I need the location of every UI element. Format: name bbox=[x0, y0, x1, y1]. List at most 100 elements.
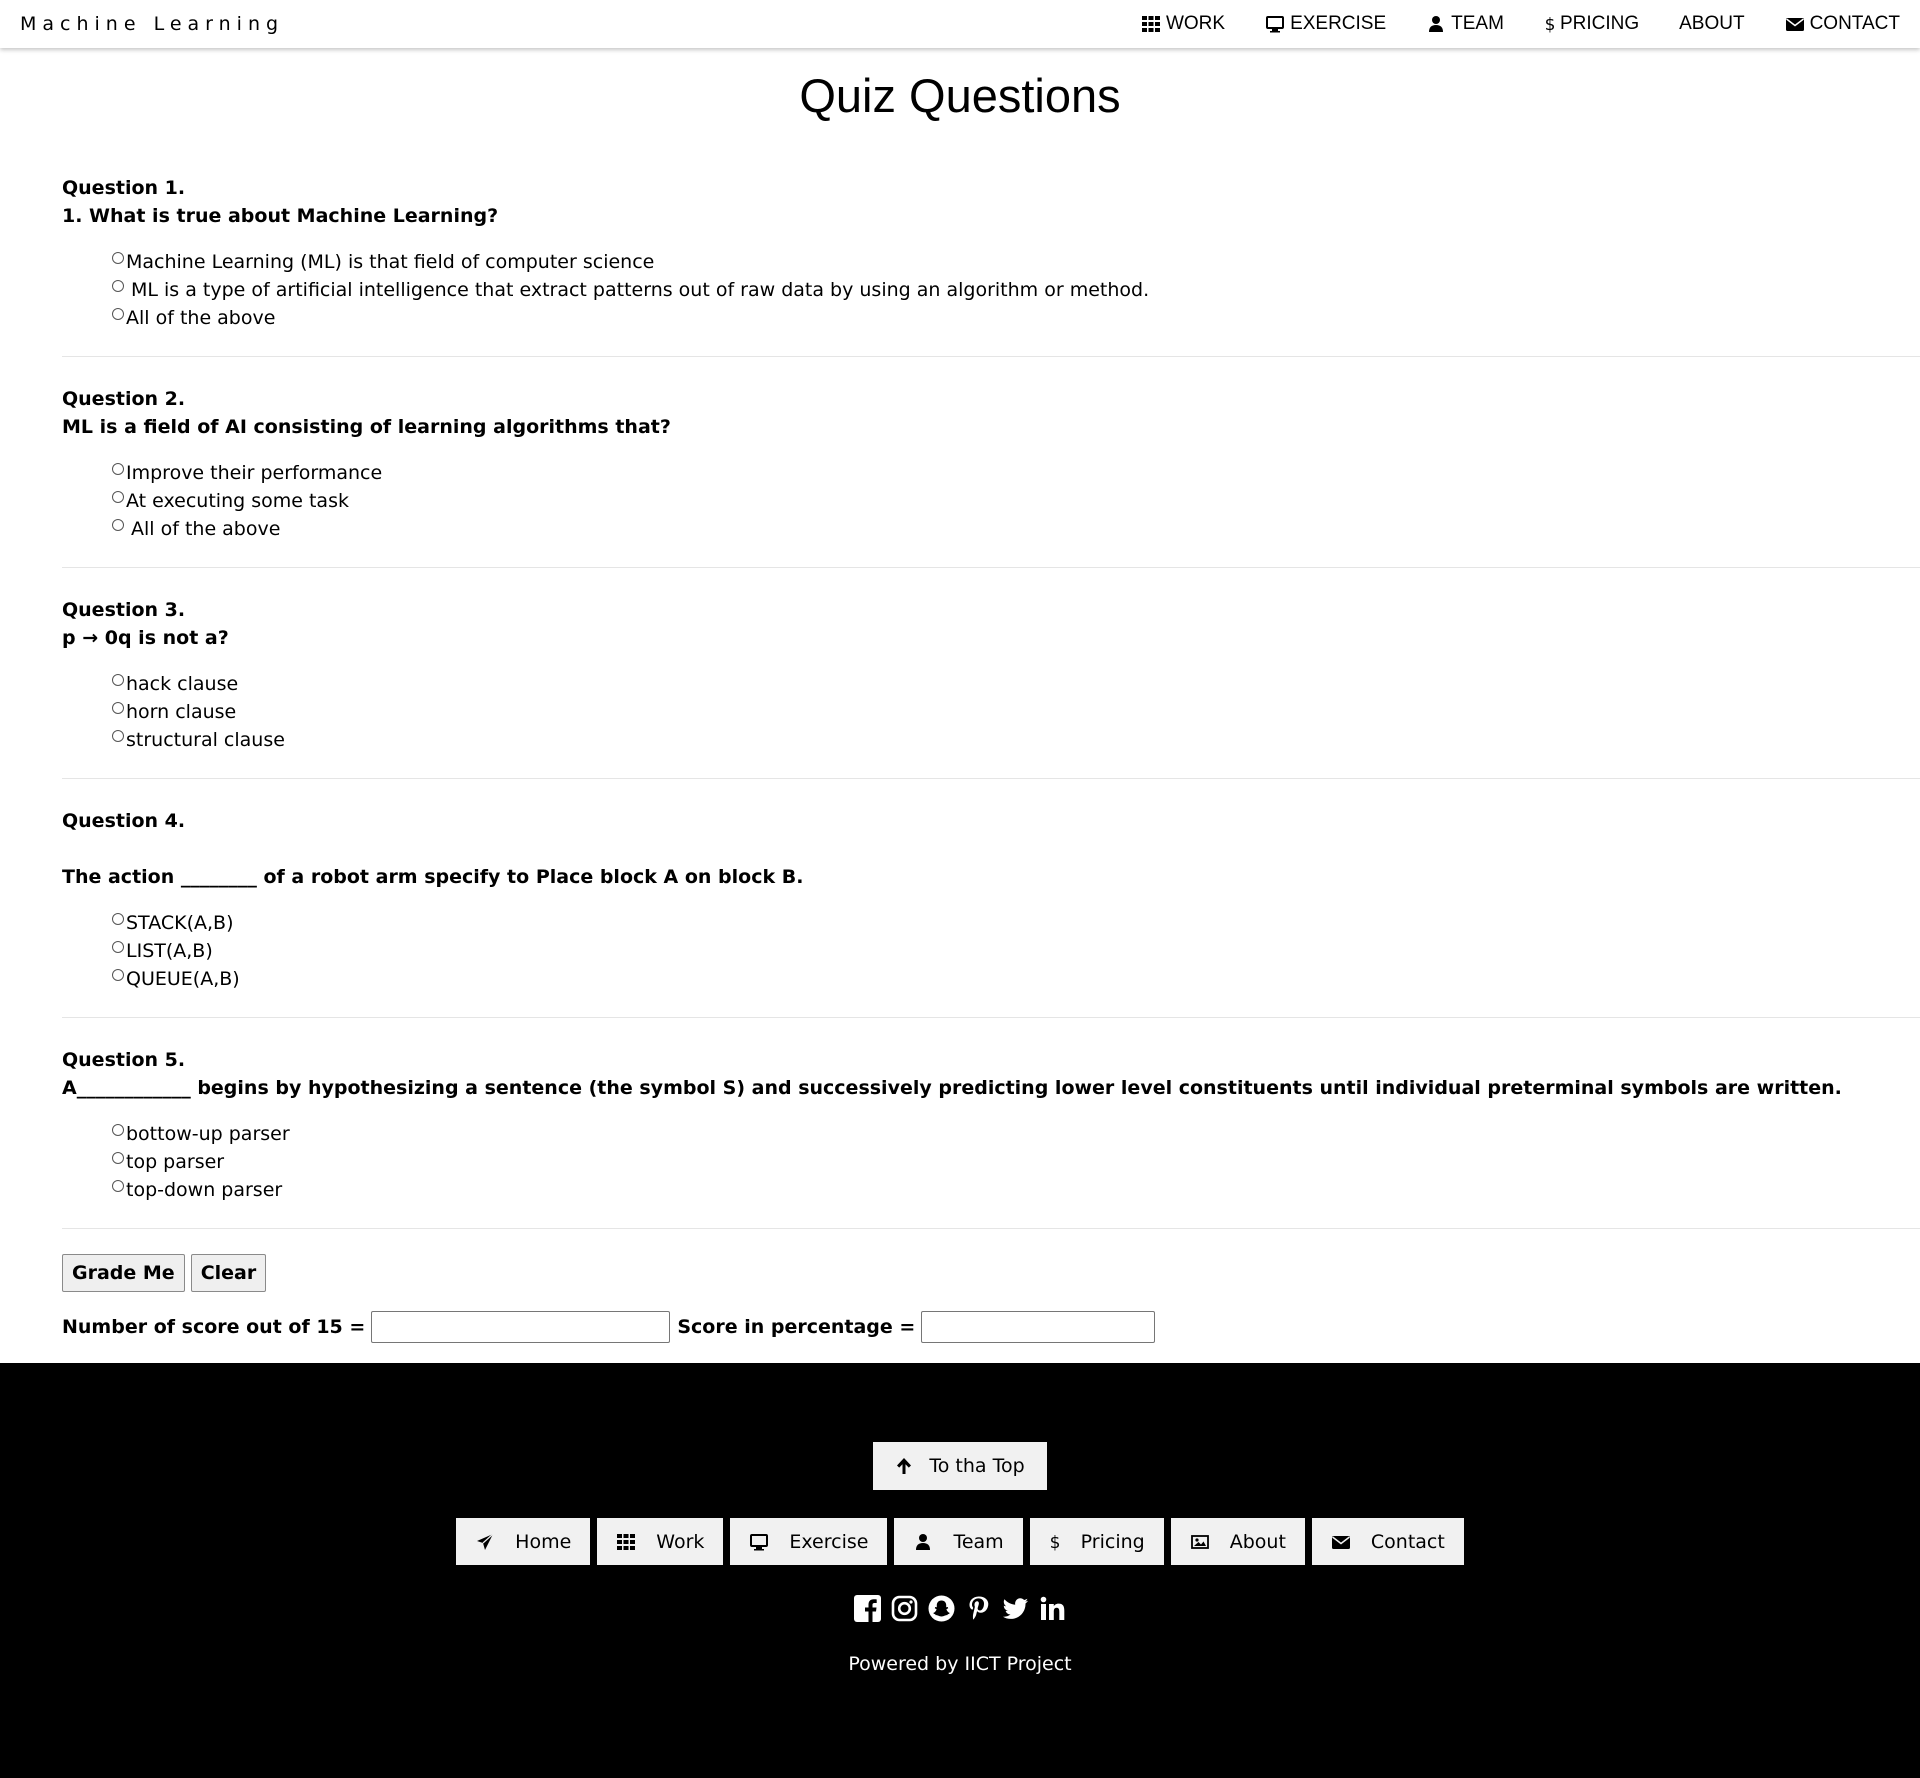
top-navbar: Machine Learning WORK EXERCISE TEAM $ PR… bbox=[0, 0, 1920, 48]
answer-option[interactable]: structural clause bbox=[112, 726, 1920, 754]
nav-item-label: EXERCISE bbox=[1290, 13, 1387, 34]
nav-menu: WORK EXERCISE TEAM $ PRICING ABOUT CONTA… bbox=[1101, 0, 1900, 48]
dollar-icon: $ bbox=[1544, 14, 1556, 34]
radio-button[interactable] bbox=[112, 941, 124, 953]
answer-option[interactable]: bottow-up parser bbox=[112, 1120, 1920, 1148]
nav-item-pricing[interactable]: $ PRICING bbox=[1504, 0, 1640, 48]
brand-title[interactable]: Machine Learning bbox=[20, 0, 284, 48]
dollar-icon: $ bbox=[1049, 1532, 1061, 1552]
answer-options: hack clause horn clause structural claus… bbox=[112, 670, 1920, 754]
footer-link-label: Work bbox=[656, 1530, 705, 1553]
footer-link-label: Exercise bbox=[789, 1530, 869, 1553]
percentage-field[interactable] bbox=[921, 1311, 1156, 1343]
answer-option[interactable]: LIST(A,B) bbox=[112, 937, 1920, 965]
answer-options: Machine Learning (ML) is that field of c… bbox=[112, 248, 1920, 332]
question-text: 1. What is true about Machine Learning? bbox=[62, 205, 499, 227]
answer-options: STACK(A,B) LIST(A,B) QUEUE(A,B) bbox=[112, 909, 1920, 993]
answer-option[interactable]: At executing some task bbox=[112, 487, 1920, 515]
footer-link-exercise[interactable]: Exercise bbox=[730, 1518, 888, 1565]
radio-button[interactable] bbox=[112, 1152, 124, 1164]
radio-button[interactable] bbox=[112, 308, 124, 320]
question-number: Question 5. bbox=[62, 1049, 186, 1071]
radio-button[interactable] bbox=[112, 730, 124, 742]
radio-button[interactable] bbox=[112, 674, 124, 686]
nav-item-label: CONTACT bbox=[1809, 13, 1900, 34]
instagram-icon[interactable] bbox=[891, 1595, 918, 1622]
radio-button[interactable] bbox=[112, 913, 124, 925]
footer-link-label: Team bbox=[953, 1530, 1004, 1553]
desktop-icon bbox=[749, 1532, 769, 1552]
svg-text:$: $ bbox=[1049, 1533, 1060, 1551]
radio-button[interactable] bbox=[112, 252, 124, 264]
question-text: p → 0q is not a? bbox=[62, 627, 229, 649]
nav-item-label: TEAM bbox=[1451, 13, 1504, 34]
image-icon bbox=[1190, 1532, 1210, 1552]
twitter-icon[interactable] bbox=[1002, 1595, 1029, 1622]
question-4: Question 4. The action ________ of a rob… bbox=[62, 807, 1920, 1018]
footer-link-about[interactable]: About bbox=[1170, 1518, 1305, 1565]
answer-option[interactable]: ML is a type of artificial intelligence … bbox=[112, 276, 1920, 304]
question-number: Question 4. bbox=[62, 810, 186, 832]
paper-plane-icon bbox=[475, 1532, 495, 1552]
nav-item-label: WORK bbox=[1165, 13, 1226, 34]
social-links bbox=[0, 1595, 1920, 1622]
answer-option[interactable]: All of the above bbox=[112, 304, 1920, 332]
svg-text:$: $ bbox=[1545, 15, 1556, 33]
question-1: Question 1. 1. What is true about Machin… bbox=[62, 174, 1920, 357]
nav-item-about[interactable]: ABOUT bbox=[1639, 0, 1744, 48]
answer-option[interactable]: All of the above bbox=[112, 515, 1920, 543]
answer-option[interactable]: top parser bbox=[112, 1148, 1920, 1176]
linkedin-icon[interactable] bbox=[1039, 1595, 1066, 1622]
envelope-icon bbox=[1331, 1532, 1351, 1552]
user-icon bbox=[913, 1532, 933, 1552]
question-5: Question 5. A____________ begins by hypo… bbox=[62, 1046, 1920, 1229]
nav-item-label: ABOUT bbox=[1679, 13, 1745, 34]
question-text: A____________ begins by hypothesizing a … bbox=[62, 1077, 1842, 1099]
nav-item-work[interactable]: WORK bbox=[1101, 0, 1225, 48]
radio-button[interactable] bbox=[112, 1124, 124, 1136]
score-field[interactable] bbox=[371, 1311, 671, 1343]
nav-item-contact[interactable]: CONTACT bbox=[1745, 0, 1900, 48]
question-text: The action ________ of a robot arm speci… bbox=[62, 866, 804, 888]
quiz-actions: Grade Me Clear bbox=[62, 1254, 267, 1292]
question-number: Question 1. bbox=[62, 177, 186, 199]
answer-option[interactable]: Improve their performance bbox=[112, 459, 1920, 487]
footer-link-pricing[interactable]: $ Pricing bbox=[1029, 1518, 1164, 1565]
answer-option[interactable]: QUEUE(A,B) bbox=[112, 965, 1920, 993]
grade-me-button[interactable]: Grade Me bbox=[62, 1254, 185, 1292]
footer: To tha Top Home Work Exercise Team $ Pri… bbox=[0, 1363, 1920, 1778]
nav-item-exercise[interactable]: EXERCISE bbox=[1225, 0, 1386, 48]
footer-link-contact[interactable]: Contact bbox=[1311, 1518, 1464, 1565]
radio-button[interactable] bbox=[112, 969, 124, 981]
footer-link-home[interactable]: Home bbox=[456, 1518, 591, 1565]
answer-option[interactable]: hack clause bbox=[112, 670, 1920, 698]
footer-link-label: Pricing bbox=[1080, 1530, 1145, 1553]
answer-option[interactable]: top-down parser bbox=[112, 1176, 1920, 1204]
snapchat-icon[interactable] bbox=[928, 1595, 955, 1622]
envelope-icon bbox=[1785, 14, 1805, 34]
user-icon bbox=[1426, 14, 1446, 34]
clear-button[interactable]: Clear bbox=[190, 1254, 267, 1292]
question-text: ML is a field of AI consisting of learni… bbox=[62, 416, 671, 438]
radio-button[interactable] bbox=[112, 519, 124, 531]
page-title: Quiz Questions bbox=[799, 69, 1121, 122]
footer-link-team[interactable]: Team bbox=[894, 1518, 1023, 1565]
to-top-button[interactable]: To tha Top bbox=[873, 1442, 1047, 1490]
radio-button[interactable] bbox=[112, 702, 124, 714]
nav-item-team[interactable]: TEAM bbox=[1386, 0, 1504, 48]
answer-option[interactable]: horn clause bbox=[112, 698, 1920, 726]
radio-button[interactable] bbox=[112, 280, 124, 292]
radio-button[interactable] bbox=[112, 491, 124, 503]
percentage-label: Score in percentage = bbox=[677, 1316, 916, 1338]
radio-button[interactable] bbox=[112, 1180, 124, 1192]
footer-nav: Home Work Exercise Team $ Pricing About … bbox=[0, 1518, 1920, 1565]
answer-option[interactable]: Machine Learning (ML) is that field of c… bbox=[112, 248, 1920, 276]
quiz-form: Question 1. 1. What is true about Machin… bbox=[62, 174, 1920, 1257]
footer-link-work[interactable]: Work bbox=[597, 1518, 724, 1565]
answer-option[interactable]: STACK(A,B) bbox=[112, 909, 1920, 937]
to-top-label: To tha Top bbox=[929, 1455, 1025, 1477]
facebook-icon[interactable] bbox=[854, 1595, 881, 1622]
pinterest-icon[interactable] bbox=[965, 1595, 992, 1622]
nav-item-label: PRICING bbox=[1559, 13, 1640, 34]
radio-button[interactable] bbox=[112, 463, 124, 475]
